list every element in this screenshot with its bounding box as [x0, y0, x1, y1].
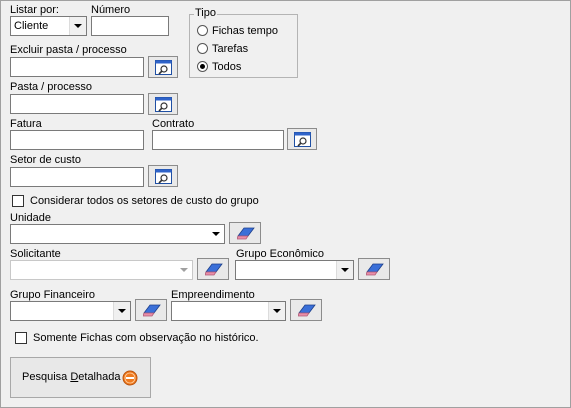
somente-fichas-label[interactable]: Somente Fichas com observação no históri… — [33, 332, 259, 345]
solicitante-select[interactable] — [10, 260, 193, 280]
eraser-icon — [237, 227, 255, 240]
chevron-down-icon[interactable] — [113, 302, 130, 320]
unidade-clear-button[interactable] — [229, 222, 261, 244]
chevron-down-icon[interactable] — [268, 302, 285, 320]
radio-fichas-tempo-label[interactable]: Fichas tempo — [212, 25, 278, 38]
radio-todos-label[interactable]: Todos — [212, 61, 241, 74]
search-window-icon — [155, 97, 172, 112]
eraser-icon — [366, 263, 384, 276]
considerar-setores-checkbox[interactable] — [12, 195, 24, 207]
excluir-pasta-search-button[interactable] — [148, 56, 178, 78]
grupo-financeiro-select[interactable] — [10, 301, 131, 321]
pesquisa-label-prefix: Pesquisa — [22, 371, 71, 383]
pasta-search-button[interactable] — [148, 93, 178, 115]
radio-todos[interactable] — [197, 61, 208, 72]
setor-custo-input[interactable] — [10, 167, 144, 187]
pesquisa-detalhada-button[interactable]: Pesquisa Detalhada — [10, 357, 151, 398]
radio-fichas-tempo[interactable] — [197, 25, 208, 36]
eraser-icon — [298, 304, 316, 317]
excluir-pasta-input[interactable] — [10, 57, 144, 77]
considerar-setores-label[interactable]: Considerar todos os setores de custo do … — [30, 195, 259, 208]
somente-fichas-checkbox[interactable] — [15, 332, 27, 344]
solicitante-clear-button[interactable] — [197, 258, 229, 280]
excluir-pasta-label: Excluir pasta / processo — [10, 44, 127, 56]
empreendimento-select[interactable] — [171, 301, 286, 321]
contrato-input[interactable] — [152, 130, 284, 150]
pasta-label: Pasta / processo — [10, 81, 92, 93]
chevron-down-icon[interactable] — [336, 261, 353, 279]
chevron-down-icon[interactable] — [69, 17, 86, 35]
grupo-economico-clear-button[interactable] — [358, 258, 390, 280]
empreendimento-clear-button[interactable] — [290, 299, 322, 321]
listar-por-value: Cliente — [14, 20, 49, 32]
chevron-down-icon[interactable] — [176, 261, 192, 279]
eraser-icon — [143, 304, 161, 317]
search-window-icon — [155, 60, 172, 75]
tipo-legend: Tipo — [194, 7, 217, 20]
collapse-circle-icon — [122, 370, 138, 386]
grupo-financeiro-clear-button[interactable] — [135, 299, 167, 321]
pasta-input[interactable] — [10, 94, 144, 114]
setor-custo-search-button[interactable] — [148, 165, 178, 187]
fatura-input[interactable] — [10, 130, 144, 150]
grupo-economico-select[interactable] — [235, 260, 354, 280]
search-window-icon — [294, 132, 311, 147]
unidade-select[interactable] — [10, 224, 225, 244]
pesquisa-label-rest: etalhada — [78, 371, 121, 383]
listar-por-select[interactable]: Cliente — [10, 16, 87, 36]
radio-tarefas[interactable] — [197, 43, 208, 54]
eraser-icon — [205, 263, 223, 276]
chevron-down-icon[interactable] — [208, 225, 224, 243]
numero-input[interactable] — [91, 16, 169, 36]
setor-custo-label: Setor de custo — [10, 154, 81, 166]
radio-tarefas-label[interactable]: Tarefas — [212, 43, 248, 56]
search-window-icon — [155, 169, 172, 184]
pesquisa-detalhada-label: Pesquisa Detalhada — [22, 371, 120, 384]
contrato-search-button[interactable] — [287, 128, 317, 150]
